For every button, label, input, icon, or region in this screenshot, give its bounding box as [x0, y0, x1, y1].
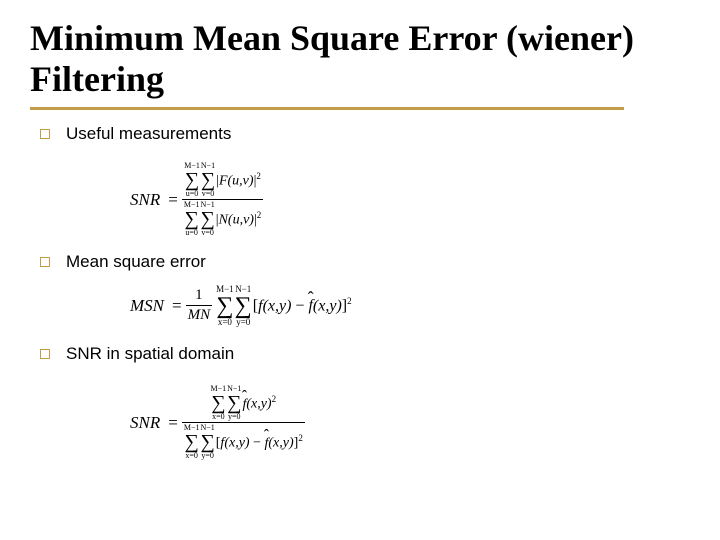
- equals-sign: =: [168, 413, 178, 433]
- equals-sign: =: [168, 190, 178, 210]
- formula-lhs: SNR: [130, 413, 160, 433]
- bullet-icon: [40, 349, 50, 359]
- formula-lhs: MSN: [130, 296, 164, 316]
- list-item: Mean square error: [40, 252, 690, 272]
- equals-sign: =: [172, 296, 182, 316]
- formula-snr-frequency: SNR = M−1∑u=0 N−1∑v=0 |F(u,v)|2 M−1∑u=0 …: [130, 148, 690, 252]
- page-title: Minimum Mean Square Error (wiener) Filte…: [30, 18, 690, 101]
- bullet-icon: [40, 257, 50, 267]
- formula-lhs: SNR: [130, 190, 160, 210]
- item-label: Mean square error: [66, 252, 206, 272]
- list-item: Useful measurements: [40, 124, 690, 144]
- slide: Minimum Mean Square Error (wiener) Filte…: [0, 0, 720, 478]
- item-label: Useful measurements: [66, 124, 231, 144]
- bullet-icon: [40, 129, 50, 139]
- fraction: M−1∑u=0 N−1∑v=0 |F(u,v)|2 M−1∑u=0 N−1∑v=…: [182, 161, 263, 238]
- list-item: SNR in spatial domain: [40, 344, 690, 364]
- title-underline: [30, 107, 624, 110]
- fraction: M−1∑x=0 N−1∑y=0 f(x,y)2 M−1∑x=0 N−1∑y=0 …: [182, 384, 305, 461]
- formula-snr-spatial: SNR = M−1∑x=0 N−1∑y=0 f(x,y)2 M−1∑x=0 N−…: [130, 368, 690, 478]
- formula-mse: MSN = 1 MN M−1∑x=0 N−1∑y=0 [f(x,y) − f(x…: [130, 276, 690, 336]
- item-label: SNR in spatial domain: [66, 344, 234, 364]
